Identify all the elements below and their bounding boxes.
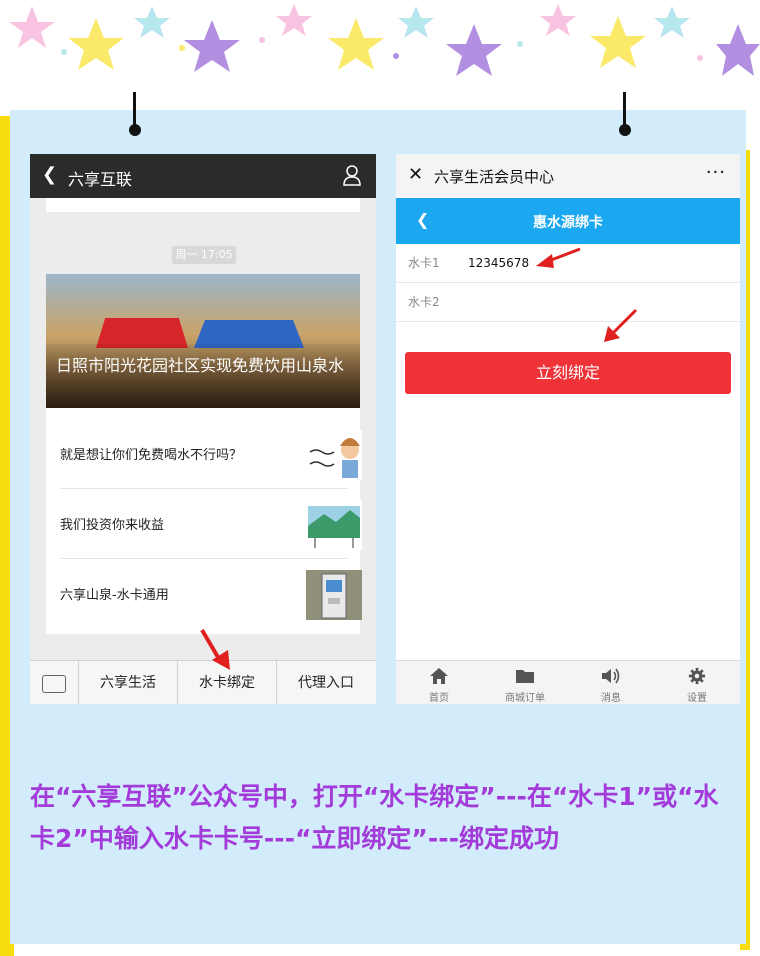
- bind-now-button[interactable]: 立刻绑定: [405, 352, 731, 394]
- folder-icon: [516, 670, 534, 683]
- pin-line-right: [623, 92, 626, 128]
- instruction-caption: 在“六享互联”公众号中，打开“水卡绑定”---在“水卡1”或“水卡2”中输入水卡…: [30, 782, 719, 853]
- previous-message: [46, 198, 360, 212]
- water-card-2-label: 水卡2: [408, 295, 440, 309]
- arrow-icon: [604, 308, 638, 342]
- tab-messages[interactable]: 消息: [568, 661, 654, 704]
- keyboard-icon: [42, 675, 66, 693]
- chat-header: ❮ 六享互联: [30, 154, 376, 198]
- tab-home[interactable]: 首页: [396, 661, 482, 704]
- star-icon: [9, 4, 760, 76]
- more-icon[interactable]: ···: [706, 162, 726, 183]
- news-item[interactable]: 我们投资你来收益: [60, 488, 362, 559]
- pin-line-left: [133, 92, 136, 128]
- page-title-bar: ❮ 惠水源绑卡: [396, 198, 740, 244]
- person-icon[interactable]: [342, 164, 362, 186]
- wechat-chat-screen: ❮ 六享互联 周一 17:05 日照市阳光花园社区实现免费饮用山泉水 就是想让你…: [30, 154, 376, 704]
- news-item-title: 我们投资你来收益: [60, 518, 165, 533]
- bottom-tab-bar: 首页 商城订单 消息 设置: [396, 660, 740, 704]
- tab-home-label: 首页: [429, 693, 449, 704]
- water-card-1-input[interactable]: 12345678: [468, 256, 529, 270]
- tab-messages-label: 消息: [601, 693, 621, 704]
- gear-icon: [688, 667, 706, 685]
- arrow-icon: [536, 247, 581, 268]
- news-hero[interactable]: 日照市阳光花园社区实现免费饮用山泉水: [46, 274, 360, 408]
- stars-banner: [9, 4, 760, 76]
- news-thumbnail: [306, 570, 362, 620]
- pin-dot-right: [619, 124, 631, 136]
- news-hero-title: 日照市阳光花园社区实现免费饮用山泉水: [56, 356, 345, 375]
- page-title: 惠水源绑卡: [533, 215, 603, 231]
- speaker-icon: [602, 668, 620, 684]
- close-icon[interactable]: ✕: [408, 164, 423, 185]
- water-card-1-label: 水卡1: [408, 256, 440, 270]
- menu-item-agent-entry[interactable]: 代理入口: [277, 661, 375, 704]
- tab-settings[interactable]: 设置: [654, 661, 740, 704]
- webview-header: ✕ 六享生活会员中心 ···: [396, 154, 740, 198]
- tab-mall-orders-label: 商城订单: [505, 693, 545, 704]
- chat-title: 六享互联: [68, 170, 133, 189]
- news-item[interactable]: 六享山泉-水卡通用: [60, 558, 362, 628]
- news-item[interactable]: 就是想让你们免费喝水不行吗？: [60, 418, 362, 489]
- news-item-title: 六享山泉-水卡通用: [60, 588, 169, 603]
- news-card[interactable]: 日照市阳光花园社区实现免费饮用山泉水 就是想让你们免费喝水不行吗？ 我们投资你来…: [46, 274, 362, 634]
- keyboard-toggle[interactable]: [30, 661, 79, 704]
- arrow-icon: [200, 628, 230, 670]
- home-icon: [430, 668, 448, 684]
- news-thumbnail: [306, 500, 362, 550]
- menu-item-liuxiang-life[interactable]: 六享生活: [79, 661, 178, 704]
- news-thumbnail: [306, 430, 362, 480]
- tab-mall-orders[interactable]: 商城订单: [482, 661, 568, 704]
- news-item-title: 就是想让你们免费喝水不行吗？: [60, 448, 243, 463]
- webview-title: 六享生活会员中心: [434, 168, 555, 186]
- chevron-left-icon[interactable]: ❮: [42, 164, 57, 185]
- tab-settings-label: 设置: [687, 693, 707, 704]
- member-center-screen: ✕ 六享生活会员中心 ··· ❮ 惠水源绑卡 水卡1 12345678 水卡2 …: [396, 154, 740, 704]
- message-timestamp: 周一 17:05: [172, 246, 236, 264]
- water-card-2-row[interactable]: 水卡2: [396, 283, 740, 322]
- pin-dot-left: [129, 124, 141, 136]
